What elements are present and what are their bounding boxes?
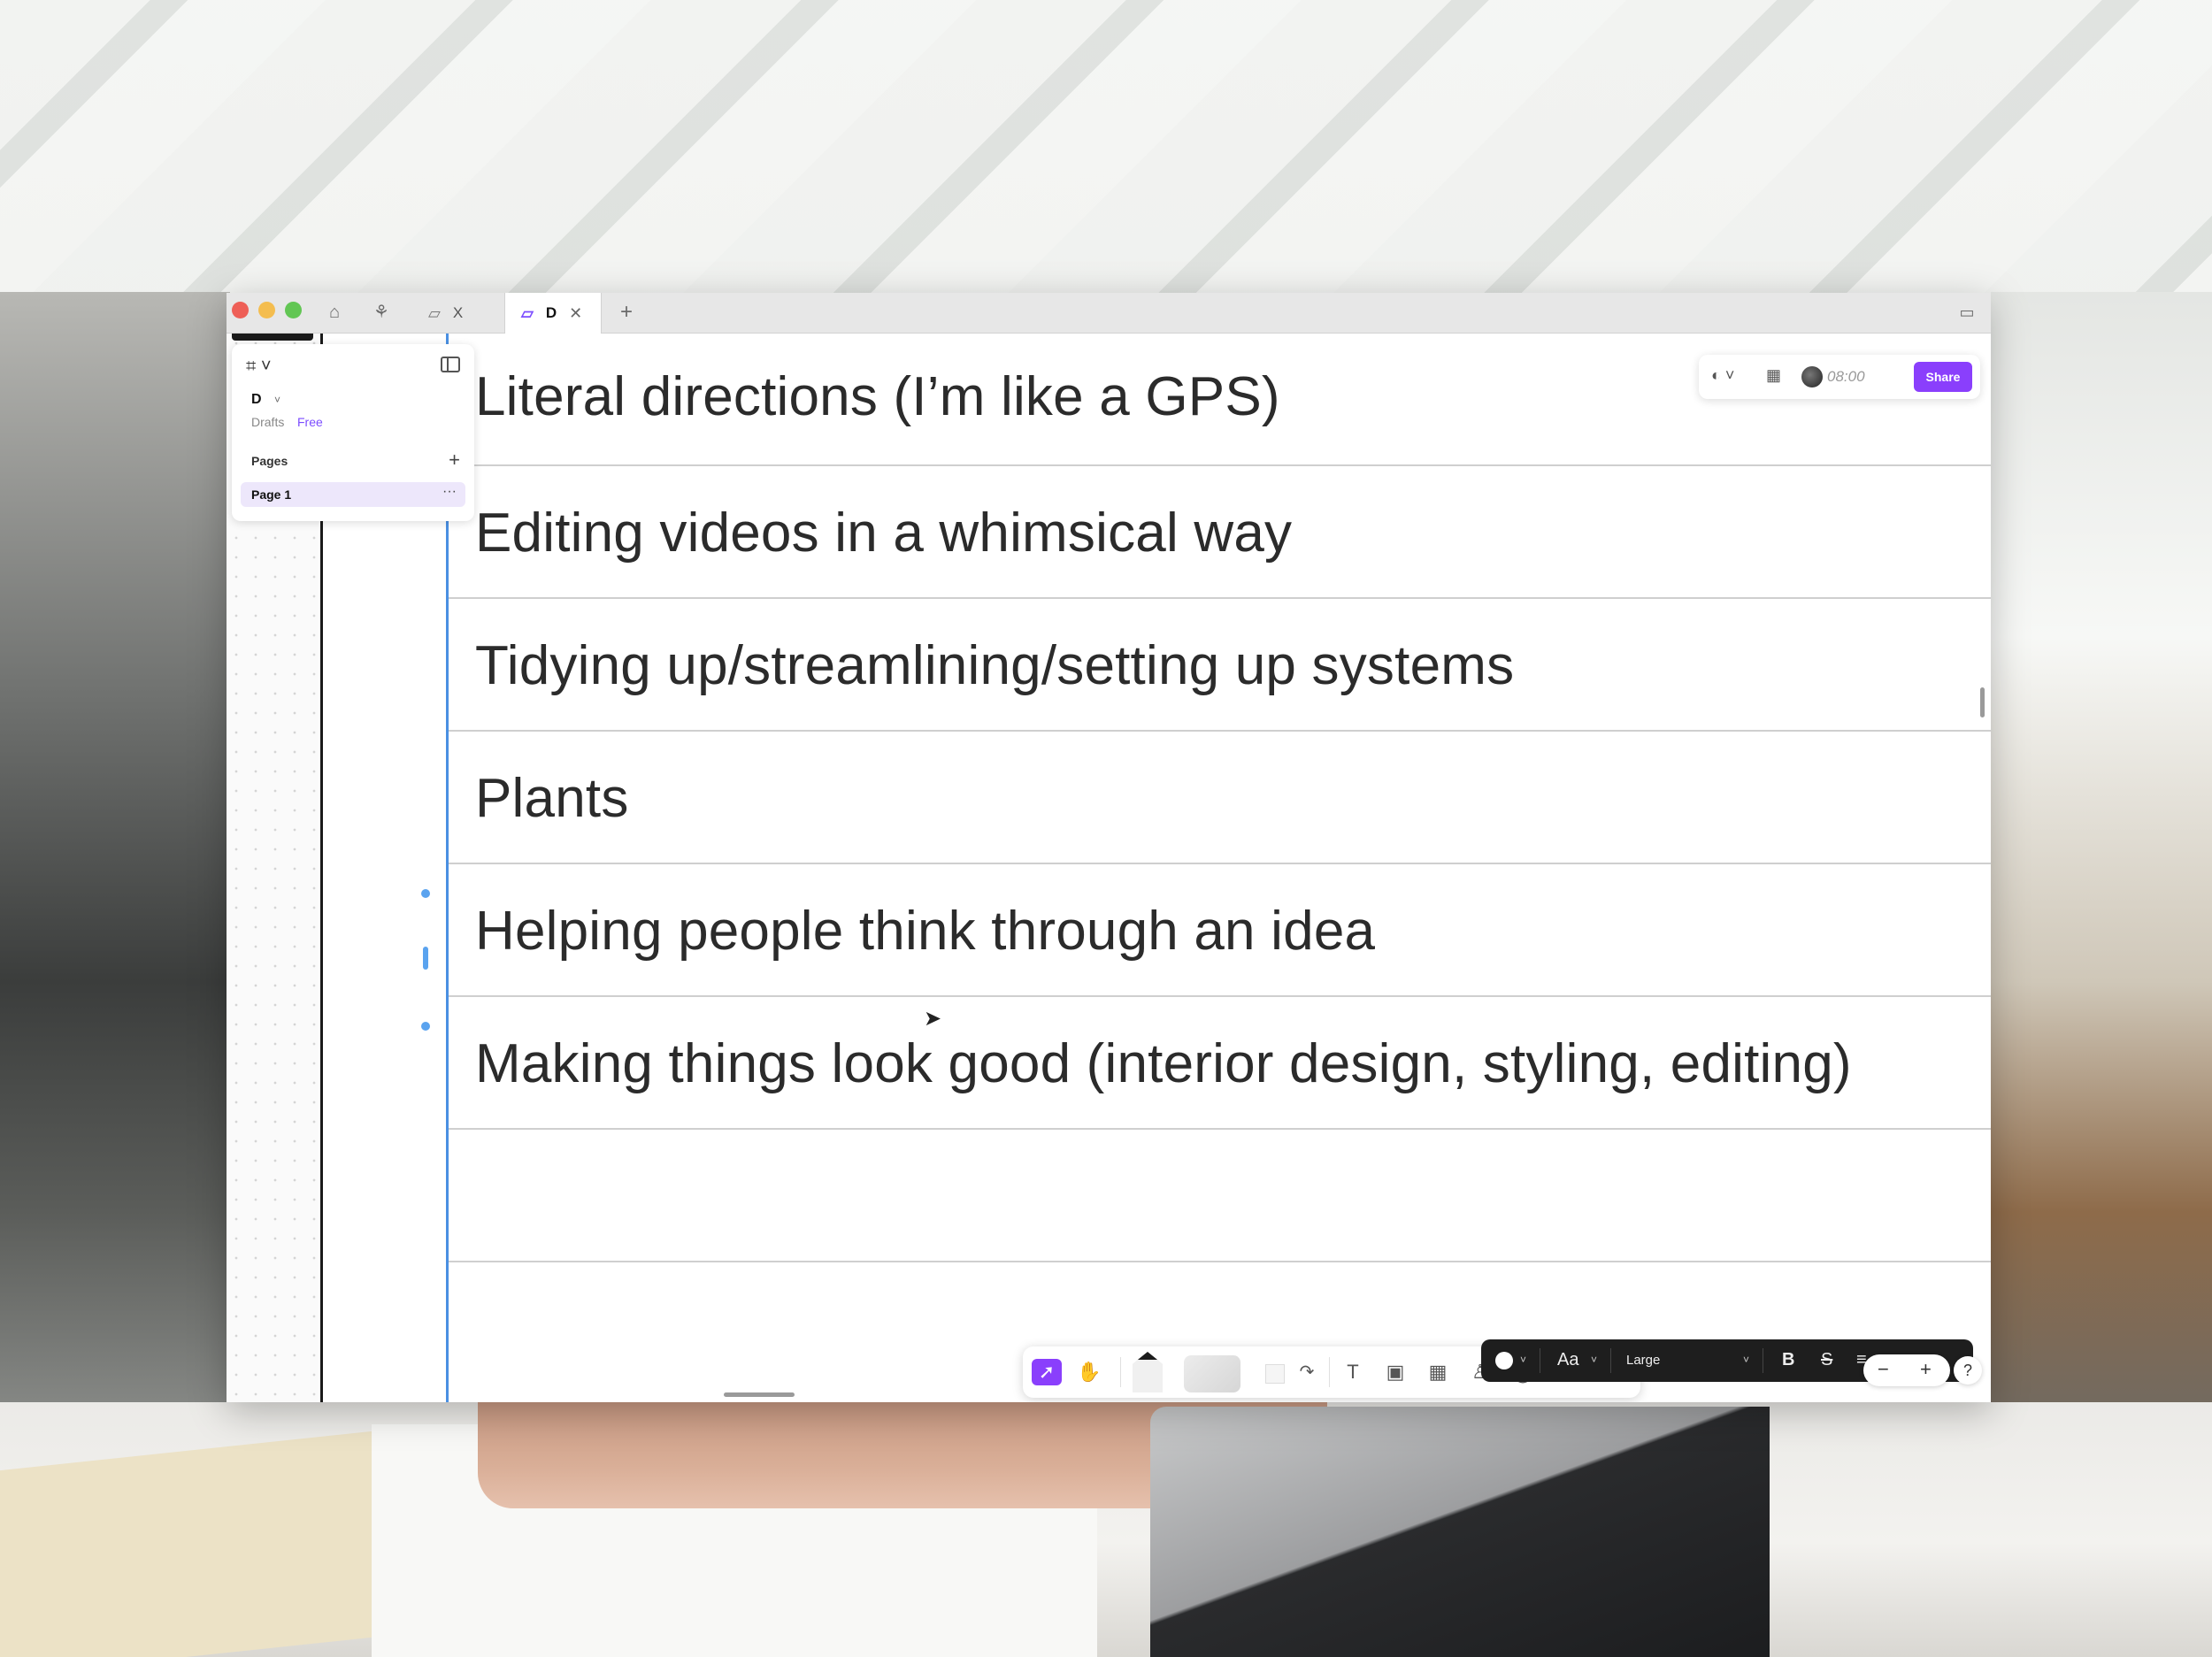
list-item[interactable]: Editing videos in a whimsical way xyxy=(449,466,1991,599)
minimize-window-button[interactable] xyxy=(258,302,275,318)
font-picker[interactable]: Aa xyxy=(1557,1350,1578,1370)
text-tool-icon[interactable]: T xyxy=(1338,1359,1368,1385)
divider xyxy=(1610,1348,1611,1373)
divider xyxy=(1329,1357,1330,1387)
list-item[interactable] xyxy=(449,1130,1991,1262)
frame-edge xyxy=(232,334,313,341)
row-text[interactable]: Making things look good (interior design… xyxy=(475,1032,1852,1095)
zoom-out-button[interactable]: − xyxy=(1878,1358,1889,1381)
help-button[interactable]: ? xyxy=(1954,1356,1982,1385)
shape-tool-icon[interactable] xyxy=(1265,1364,1285,1384)
connector-tool-icon[interactable]: ↷ xyxy=(1292,1359,1322,1385)
titlebar: ⌂ ⚘ ▱ X ▱ D ✕ + ▭ xyxy=(227,293,1991,334)
list-item[interactable]: Plants xyxy=(449,732,1991,864)
page-item-page-1[interactable]: Page 1 ··· xyxy=(241,482,465,507)
resize-handle[interactable] xyxy=(423,947,428,970)
plus-icon[interactable]: + xyxy=(613,299,640,326)
mouse-cursor-icon: ➤ xyxy=(924,1007,942,1031)
file-panel: ⌗ ˅ D ˅ Drafts Free Pages + Page 1 ··· xyxy=(232,344,474,521)
more-options-icon[interactable]: ··· xyxy=(442,484,457,500)
background-left-office xyxy=(0,292,230,1442)
table-tool-icon[interactable]: ▦ xyxy=(1423,1359,1453,1385)
tab-label: D xyxy=(545,304,557,321)
background-right-window xyxy=(1991,292,2212,1442)
figjam-file-icon: ▱ xyxy=(428,303,441,322)
row-text[interactable]: Helping people think through an idea xyxy=(475,900,1375,963)
move-tool-icon[interactable]: ➚ xyxy=(1032,1359,1062,1385)
resize-handle[interactable] xyxy=(421,889,430,898)
resize-handle[interactable] xyxy=(421,1022,430,1031)
section-tool-icon[interactable]: ▣ xyxy=(1380,1359,1410,1385)
close-window-button[interactable] xyxy=(232,302,249,318)
figjam-file-icon: ▱ xyxy=(521,303,534,322)
row-text[interactable]: Plants xyxy=(475,767,629,830)
community-icon[interactable]: ⚘ xyxy=(368,299,395,326)
marker-tool-icon[interactable] xyxy=(1184,1355,1240,1392)
list-item[interactable]: Tidying up/streamlining/setting up syste… xyxy=(449,599,1991,732)
app-window: ⌂ ⚘ ▱ X ▱ D ✕ + ▭ Literal directions (I’… xyxy=(227,293,1991,1402)
hand-tool-icon[interactable]: ✋ xyxy=(1074,1359,1104,1385)
chevron-down-icon[interactable]: ˅ xyxy=(274,394,280,406)
timer[interactable]: 08:00 xyxy=(1827,368,1865,386)
zoom-in-button[interactable]: + xyxy=(1920,1358,1932,1381)
avatar[interactable] xyxy=(1801,366,1823,387)
canvas[interactable]: Literal directions (I’m like a GPS) Edit… xyxy=(227,334,1991,1402)
bold-button[interactable]: B xyxy=(1782,1350,1794,1370)
font-size-select[interactable]: Large xyxy=(1626,1353,1660,1368)
row-text[interactable]: Tidying up/streamlining/setting up syste… xyxy=(475,634,1514,697)
divider xyxy=(1120,1357,1121,1387)
list-item[interactable]: Helping people think through an idea xyxy=(449,864,1991,997)
file-location[interactable]: Drafts xyxy=(251,415,284,429)
row-text[interactable]: Literal directions (I’m like a GPS) xyxy=(475,365,1280,428)
list-item[interactable]: Making things look good (interior design… xyxy=(449,997,1991,1130)
tab-label: X xyxy=(452,304,464,321)
row-text[interactable]: Editing videos in a whimsical way xyxy=(475,502,1292,564)
background-folder xyxy=(0,1431,372,1657)
add-page-icon[interactable]: + xyxy=(449,449,460,472)
close-tab-icon[interactable]: ✕ xyxy=(569,304,582,323)
share-button[interactable]: Share xyxy=(1914,362,1972,392)
pages-heading: Pages xyxy=(251,454,288,468)
figma-menu-icon[interactable]: ⌗ ˅ xyxy=(246,357,272,377)
tab-d[interactable]: ▱ D ✕ xyxy=(504,293,602,334)
home-icon[interactable]: ⌂ xyxy=(321,299,348,326)
sidebar-toggle-icon[interactable] xyxy=(441,357,460,372)
text-color-swatch[interactable] xyxy=(1495,1352,1513,1369)
tab-x[interactable]: ▱ X xyxy=(412,293,479,334)
horizontal-scrollbar[interactable] xyxy=(724,1392,795,1397)
file-name[interactable]: D xyxy=(251,392,262,408)
zoom-control: − + xyxy=(1863,1354,1950,1386)
window-layout-icon[interactable]: ▭ xyxy=(1954,299,1980,326)
list-item[interactable]: Literal directions (I’m like a GPS) xyxy=(449,334,1991,466)
strikethrough-button[interactable]: S xyxy=(1821,1350,1832,1370)
top-right-toolbar: ◐ ˅ ▦ 08:00 Share xyxy=(1699,355,1980,399)
ai-assist-icon[interactable]: ◐ ˅ xyxy=(1711,366,1734,385)
background-laptop xyxy=(1150,1407,1770,1657)
chevron-down-icon[interactable]: ˅ xyxy=(1520,1354,1526,1366)
layout-icon[interactable]: ▦ xyxy=(1766,366,1781,385)
pen-tool-icon[interactable] xyxy=(1133,1352,1163,1392)
page-item-label: Page 1 xyxy=(251,487,292,502)
plan-badge[interactable]: Free xyxy=(297,415,323,429)
maximize-window-button[interactable] xyxy=(285,302,302,318)
vertical-scrollbar[interactable] xyxy=(1980,687,1985,717)
chevron-down-icon[interactable]: ˅ xyxy=(1743,1354,1749,1366)
chevron-down-icon[interactable]: ˅ xyxy=(1591,1354,1597,1366)
